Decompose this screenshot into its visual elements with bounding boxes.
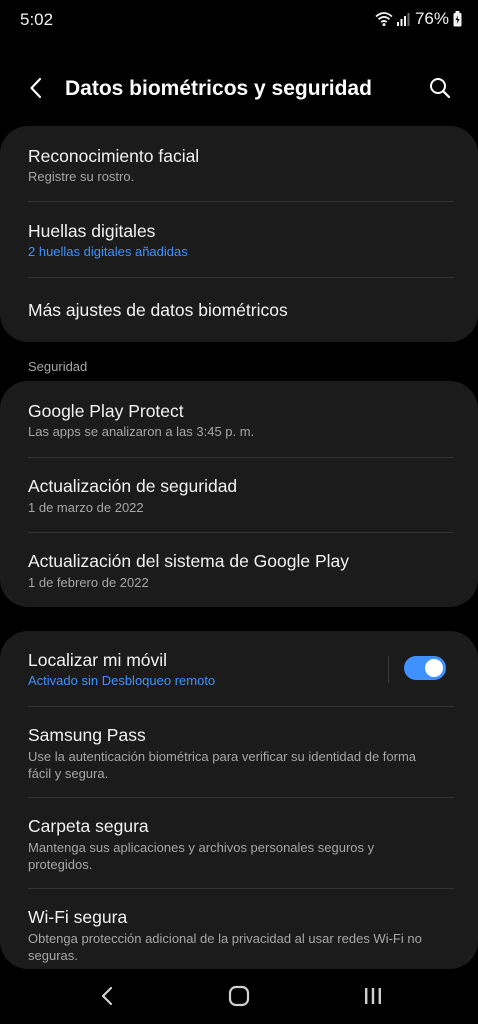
list-item-title: Reconocimiento facial	[28, 146, 200, 166]
list-item-subtitle: 2 huellas digitales añadidas	[28, 244, 188, 259]
back-button[interactable]	[22, 76, 50, 104]
battery-text: 76%	[414, 9, 449, 28]
list-item-title: Localizar mi móvil	[28, 650, 168, 670]
nav-home-button[interactable]	[224, 984, 254, 1012]
secure-wifi-item[interactable]: Wi-Fi segura Obtenga protección adiciona…	[0, 889, 478, 969]
secure-folder-item[interactable]: Carpeta segura Mantenga sus aplicaciones…	[0, 798, 478, 888]
navigation-bar	[0, 972, 478, 1024]
nav-recents-button[interactable]	[358, 984, 388, 1012]
search-button[interactable]	[426, 76, 454, 104]
google-play-system-update-item[interactable]: Actualización del sistema de Google Play…	[0, 533, 478, 607]
list-item-subtitle: Use la autenticación biométrica para ver…	[28, 749, 417, 781]
list-item-subtitle: Activado sin Desbloqueo remoto	[28, 673, 216, 688]
section-header-security: Seguridad	[28, 359, 88, 374]
list-item-title: Samsung Pass	[28, 725, 146, 745]
toggle-knob	[425, 659, 443, 677]
fingerprints-item[interactable]: Huellas digitales 2 huellas digitales añ…	[0, 202, 478, 277]
list-item-title: Huellas digitales	[28, 221, 156, 241]
list-item-title: Actualización de seguridad	[28, 476, 238, 496]
page-title: Datos biométricos y seguridad	[65, 77, 372, 100]
list-item-title: Wi-Fi segura	[28, 907, 128, 927]
samsung-pass-item[interactable]: Samsung Pass Use la autenticación biomét…	[0, 707, 478, 797]
toggle-separator	[388, 656, 389, 683]
signal-icon	[396, 12, 411, 27]
security-update-item[interactable]: Actualización de seguridad 1 de marzo de…	[0, 458, 478, 532]
search-icon	[429, 77, 451, 104]
nav-back-button[interactable]	[92, 984, 122, 1012]
biometrics-card: Reconocimiento facial Registre su rostro…	[0, 126, 478, 342]
more-biometric-settings-item[interactable]: Más ajustes de datos biométricos	[0, 278, 478, 342]
list-item-subtitle: Registre su rostro.	[28, 169, 135, 184]
google-play-protect-item[interactable]: Google Play Protect Las apps se analizar…	[0, 381, 478, 457]
battery-icon	[453, 11, 462, 27]
list-item-title: Más ajustes de datos biométricos	[28, 300, 288, 320]
status-time: 5:02	[20, 10, 54, 29]
list-item-title: Carpeta segura	[28, 816, 149, 836]
list-item-subtitle: Obtenga protección adicional de la priva…	[28, 931, 422, 963]
app-header: Datos biométricos y seguridad	[0, 62, 478, 118]
list-item-title: Actualización del sistema de Google Play	[28, 551, 350, 571]
list-item-subtitle: 1 de marzo de 2022	[28, 500, 144, 515]
find-my-mobile-toggle[interactable]	[404, 656, 446, 680]
status-bar: 5:02 76%	[0, 0, 478, 40]
security-card: Google Play Protect Las apps se analizar…	[0, 381, 478, 607]
face-recognition-item[interactable]: Reconocimiento facial Registre su rostro…	[0, 126, 478, 202]
status-icons: 76%	[375, 9, 462, 29]
list-item-subtitle: Las apps se analizaron a las 3:45 p. m.	[28, 424, 255, 439]
list-item-subtitle: 1 de febrero de 2022	[28, 575, 149, 590]
back-arrow-icon	[29, 77, 43, 104]
wifi-icon	[375, 11, 393, 27]
other-security-card: Localizar mi móvil Activado sin Desbloqu…	[0, 631, 478, 969]
home-icon	[228, 985, 250, 1012]
list-item-subtitle: Mantenga sus aplicaciones y archivos per…	[28, 840, 375, 872]
recents-icon	[362, 986, 384, 1011]
list-item-title: Google Play Protect	[28, 401, 184, 421]
nav-back-icon	[101, 986, 113, 1011]
